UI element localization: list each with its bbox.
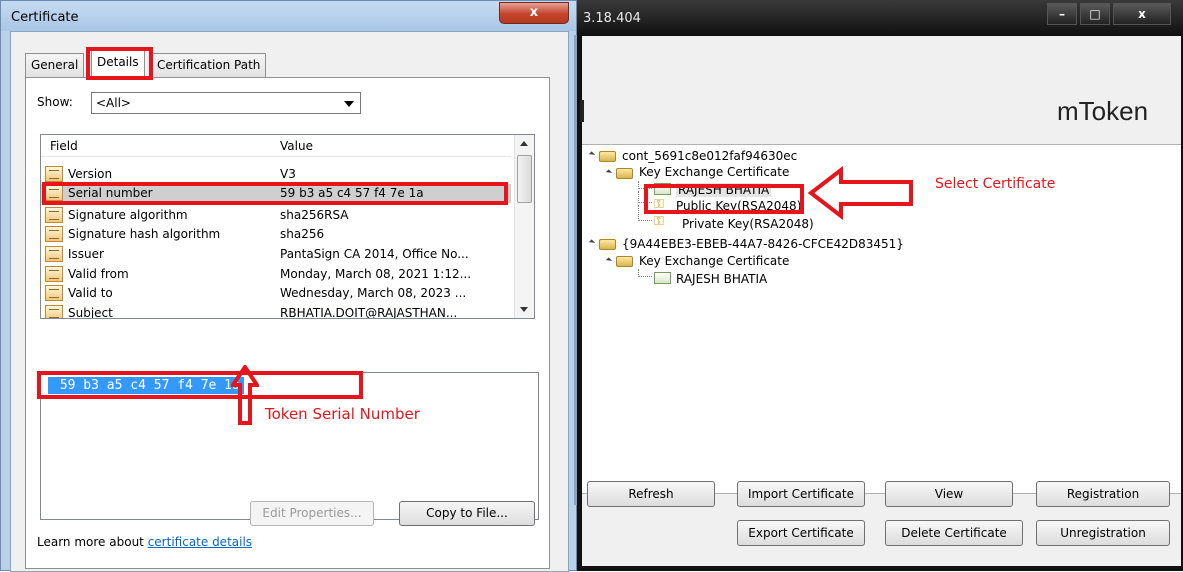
value-detail-box[interactable]: 59 b3 a5 c4 57 f4 7e 1a: [40, 372, 539, 520]
dialog-title: Certificate: [11, 10, 79, 25]
learn-more-text: Learn more about certificate details: [37, 535, 253, 549]
folder-icon: [599, 239, 616, 250]
minimize-button[interactable]: –: [1047, 3, 1077, 25]
list-item[interactable]: Valid to Wednesday, March 08, 2023 ...: [41, 284, 511, 303]
expand-icon[interactable]: [605, 257, 613, 264]
close-icon: x: [1138, 7, 1146, 21]
fields-list[interactable]: Field Value Version V3 Serial number 59 b3…: [40, 134, 535, 319]
maximize-icon: □: [1089, 7, 1101, 21]
tree-certificate-rajesh-2[interactable]: RAJESH BHATIA: [676, 272, 767, 286]
dropdown-arrow-icon: [344, 101, 354, 107]
certificate-dialog: Certificate x General Details Certificat…: [0, 0, 578, 572]
export-certificate-button[interactable]: Export Certificate: [737, 520, 865, 546]
edit-properties-button[interactable]: Edit Properties...: [250, 501, 374, 526]
expand-icon[interactable]: [605, 169, 613, 176]
folder-icon: [616, 168, 633, 179]
tree-container-2[interactable]: {9A44EBE3-EBEB-44A7-8426-CFCE42D83451}: [622, 237, 904, 251]
key-icon: ⚿: [654, 214, 664, 229]
tab-general[interactable]: General: [25, 53, 85, 77]
certificate-field-icon: [45, 185, 63, 201]
certificate-icon: [654, 183, 671, 195]
show-dropdown-value: <All>: [96, 96, 131, 110]
view-button[interactable]: View: [885, 481, 1013, 507]
scroll-down-icon[interactable]: [520, 307, 528, 312]
serial-number-value[interactable]: 59 b3 a5 c4 57 f4 7e 1a: [48, 377, 244, 394]
list-header: Field Value: [41, 135, 511, 157]
certificate-field-icon: [45, 305, 63, 318]
close-icon: x: [529, 5, 539, 20]
tab-details[interactable]: Details: [91, 50, 145, 78]
list-item-serial-number[interactable]: Serial number 59 b3 a5 c4 57 f4 7e 1a: [41, 184, 511, 203]
import-certificate-button[interactable]: Import Certificate: [737, 481, 865, 507]
logo-fragment: [580, 100, 584, 122]
tree-key-exchange-1[interactable]: Key Exchange Certificate: [639, 165, 789, 179]
tree-private-key[interactable]: Private Key(RSA2048): [682, 217, 814, 231]
certificate-details-link[interactable]: certificate details: [148, 535, 252, 549]
list-item[interactable]: Signature algorithm sha256RSA: [41, 206, 511, 225]
certificate-field-icon: [45, 266, 63, 282]
show-dropdown[interactable]: <All>: [91, 92, 361, 114]
mtoken-close-button[interactable]: x: [1113, 3, 1171, 25]
unregistration-button[interactable]: Unregistration: [1036, 520, 1170, 546]
minimize-icon: –: [1059, 7, 1065, 21]
select-certificate-annotation: Select Certificate: [935, 176, 1056, 192]
brand-logo: mToken: [1057, 96, 1149, 126]
certificate-field-icon: [45, 246, 63, 262]
close-button[interactable]: x: [499, 2, 569, 24]
refresh-button[interactable]: Refresh: [587, 481, 715, 507]
mtoken-title: 3.18.404: [583, 11, 641, 26]
copy-to-file-button[interactable]: Copy to File...: [399, 501, 535, 526]
registration-button[interactable]: Registration: [1036, 481, 1170, 507]
folder-icon: [599, 151, 616, 162]
tree-connector: [638, 269, 652, 277]
list-scrollbar[interactable]: [514, 135, 534, 318]
certificate-field-icon: [45, 166, 63, 182]
tree-connector: [638, 181, 652, 189]
tab-certification-path[interactable]: Certification Path: [151, 53, 267, 77]
tree-connector: [638, 205, 652, 221]
folder-icon: [616, 256, 633, 267]
arrow-left-icon: [807, 166, 913, 220]
mtoken-client: mToken cont_5691c8e012faf94630ec Key Exc…: [580, 36, 1181, 566]
list-item[interactable]: Issuer PantaSign CA 2014, Office No...: [41, 245, 511, 264]
scroll-thumb[interactable]: [517, 155, 532, 203]
dialog-body: General Details Certification Path Show:…: [10, 31, 569, 572]
column-value[interactable]: Value: [280, 139, 313, 153]
show-label: Show:: [37, 95, 73, 109]
list-item[interactable]: Signature hash algorithm sha256: [41, 225, 511, 244]
list-item[interactable]: Version V3: [41, 165, 511, 184]
tree-container-1[interactable]: cont_5691c8e012faf94630ec: [622, 149, 797, 163]
dialog-titlebar: Certificate x: [1, 1, 576, 31]
arrow-up-icon: [231, 365, 259, 425]
list-item[interactable]: Valid from Monday, March 08, 2021 1:12...: [41, 265, 511, 284]
expand-icon[interactable]: [588, 239, 596, 246]
scroll-up-icon[interactable]: [520, 141, 528, 146]
certificate-icon: [654, 272, 671, 284]
mtoken-window: 3.18.404 – □ x mToken cont_5691c8e012faf…: [577, 0, 1183, 571]
delete-certificate-button[interactable]: Delete Certificate: [885, 520, 1023, 546]
tree-connector: [638, 191, 652, 203]
key-icon: ⚿: [654, 197, 664, 212]
certificate-field-icon: [45, 285, 63, 301]
column-field[interactable]: Field: [50, 139, 78, 153]
tree-public-key[interactable]: Public Key(RSA2048): [676, 199, 801, 213]
expand-icon[interactable]: [588, 151, 596, 158]
certificate-field-icon: [45, 207, 63, 223]
maximize-button[interactable]: □: [1080, 3, 1110, 25]
token-serial-annotation: Token Serial Number: [265, 405, 420, 423]
certificate-field-icon: [45, 226, 63, 242]
tree-certificate-rajesh-1[interactable]: RAJESH BHATIA: [676, 183, 772, 197]
mtoken-titlebar: 3.18.404 – □ x: [577, 0, 1183, 36]
tree-key-exchange-2[interactable]: Key Exchange Certificate: [639, 254, 789, 268]
list-item[interactable]: Subject RBHATIA.DOIT@RAJASTHAN...: [41, 304, 511, 318]
